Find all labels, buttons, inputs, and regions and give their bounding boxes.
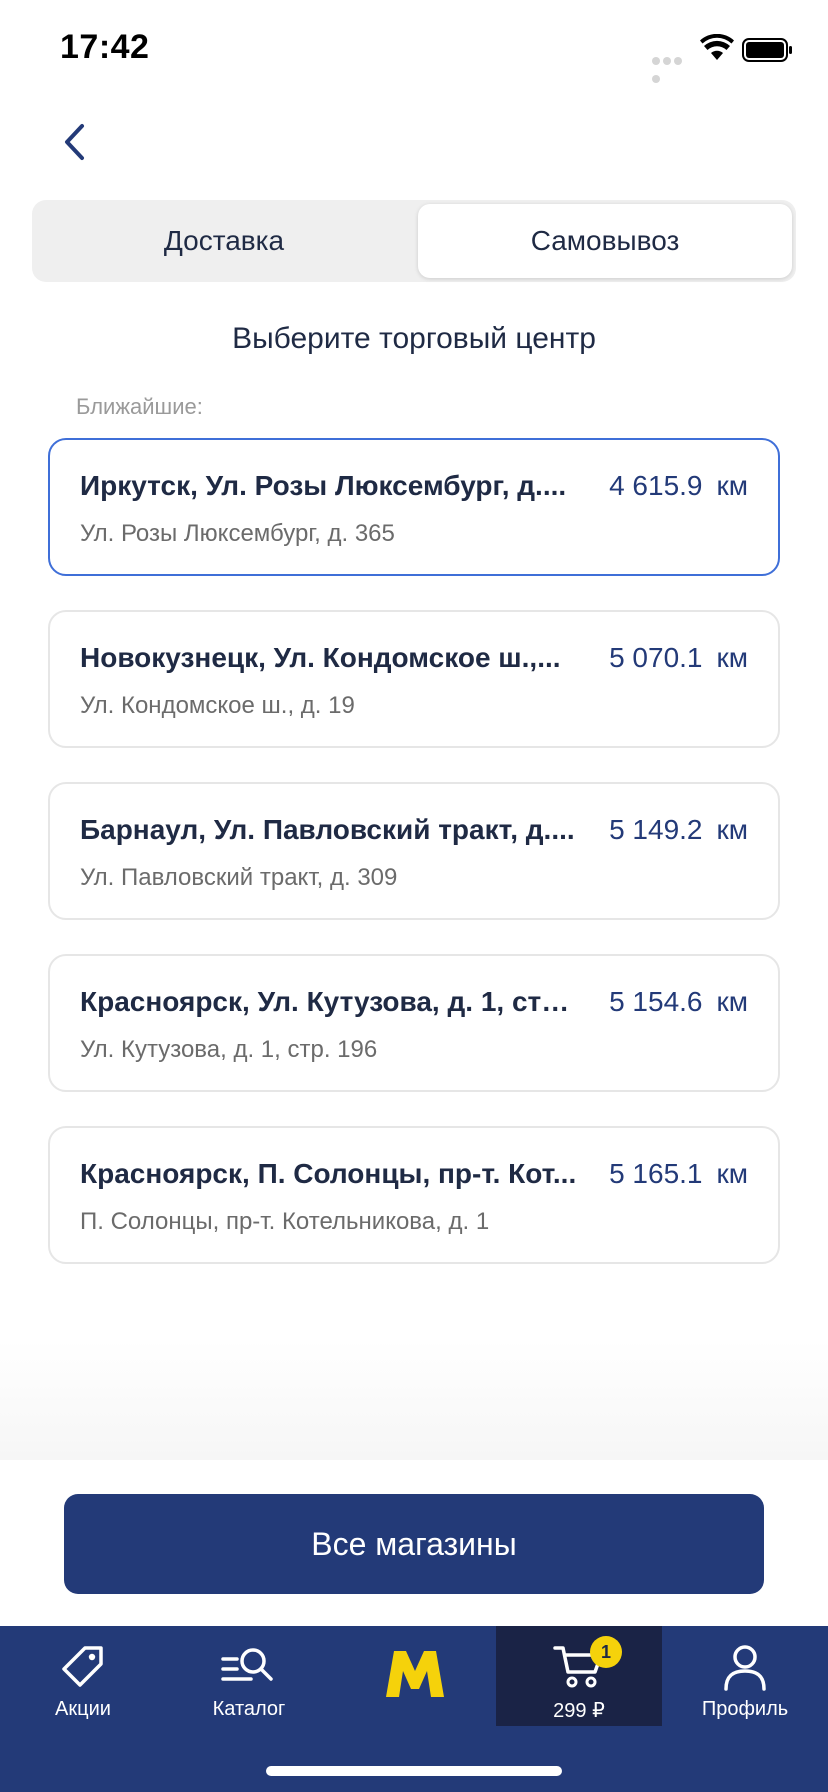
tab-label: Профиль <box>701 1698 789 1720</box>
store-card[interactable]: Красноярск, Ул. Кутузова, д. 1, стр... У… <box>48 954 780 1092</box>
battery-icon <box>742 38 792 62</box>
tag-icon <box>62 1646 103 1687</box>
store-distance: 5 165.1 км <box>609 1158 748 1190</box>
distance-unit: км <box>716 986 749 1017</box>
chevron-left-icon <box>65 124 84 160</box>
store-address: Ул. Кутузова, д. 1, стр. 196 <box>80 1036 378 1063</box>
store-card[interactable]: Новокузнецк, Ул. Кондомское ш.,... Ул. К… <box>48 610 780 748</box>
store-distance: 5 070.1 км <box>609 642 748 674</box>
store-name: Красноярск, П. Солонцы, пр-т. Кот... <box>80 1158 577 1189</box>
wifi-icon <box>700 34 734 60</box>
catalog-search-icon <box>221 1648 273 1681</box>
store-card[interactable]: Иркутск, Ул. Розы Люксембург, д.... Ул. … <box>48 438 780 576</box>
store-name: Иркутск, Ул. Розы Люксембург, д.... <box>80 470 567 501</box>
tab-label: Акции <box>55 1698 111 1720</box>
tab-profile[interactable]: Профиль <box>662 1626 828 1726</box>
tab-bar: Акции Каталог 1 299 ₽ Профиль <box>0 1626 828 1792</box>
distance-value: 4 615.9 <box>609 470 703 501</box>
store-distance: 5 149.2 км <box>609 814 748 846</box>
store-distance: 5 154.6 км <box>609 986 748 1018</box>
store-name: Новокузнецк, Ул. Кондомское ш.,... <box>80 642 561 673</box>
store-distance: 4 615.9 км <box>609 470 748 502</box>
tab-cart[interactable]: 1 299 ₽ <box>496 1626 662 1726</box>
tab-label: Каталог <box>212 1698 286 1720</box>
nearby-label: Ближайшие: <box>76 394 203 419</box>
cart-total: 299 ₽ <box>553 1700 605 1722</box>
distance-unit: км <box>716 642 749 673</box>
bottom-fade <box>0 1340 828 1460</box>
store-address: П. Солонцы, пр-т. Котельникова, д. 1 <box>80 1208 490 1235</box>
status-time: 17:42 <box>60 28 150 66</box>
all-stores-button[interactable]: Все магазины <box>64 1494 764 1594</box>
tab-promotions[interactable]: Акции <box>0 1626 166 1726</box>
cellular-signal-icon <box>652 52 692 83</box>
distance-value: 5 149.2 <box>609 814 703 845</box>
tab-catalog[interactable]: Каталог <box>166 1626 332 1726</box>
tab-pickup[interactable]: Самовывоз <box>418 204 792 278</box>
store-card[interactable]: Барнаул, Ул. Павловский тракт, д.... Ул.… <box>48 782 780 920</box>
status-bar: 17:42 <box>0 0 828 100</box>
store-name: Барнаул, Ул. Павловский тракт, д.... <box>80 814 575 845</box>
store-address: Ул. Кондомское ш., д. 19 <box>80 692 355 719</box>
home-indicator <box>266 1766 562 1776</box>
distance-value: 5 154.6 <box>609 986 703 1017</box>
distance-unit: км <box>716 1158 749 1189</box>
store-name: Красноярск, Ул. Кутузова, д. 1, стр... <box>80 986 580 1017</box>
m-logo-icon <box>386 1651 444 1697</box>
tab-delivery[interactable]: Доставка <box>36 204 412 278</box>
cart-badge: 1 <box>590 1636 622 1668</box>
tab-home[interactable] <box>332 1626 498 1726</box>
store-address: Ул. Павловский тракт, д. 309 <box>80 864 398 891</box>
store-card[interactable]: Красноярск, П. Солонцы, пр-т. Кот... П. … <box>48 1126 780 1264</box>
store-address: Ул. Розы Люксембург, д. 365 <box>80 520 395 547</box>
store-list: Иркутск, Ул. Розы Люксембург, д.... Ул. … <box>48 438 780 1298</box>
distance-value: 5 070.1 <box>609 642 703 673</box>
back-button[interactable] <box>50 118 98 166</box>
page-title: Выберите торговый центр <box>232 322 596 355</box>
distance-unit: км <box>716 470 749 501</box>
distance-unit: км <box>716 814 749 845</box>
delivery-mode-switch: Доставка Самовывоз <box>32 200 796 282</box>
profile-icon <box>724 1645 766 1691</box>
distance-value: 5 165.1 <box>609 1158 703 1189</box>
